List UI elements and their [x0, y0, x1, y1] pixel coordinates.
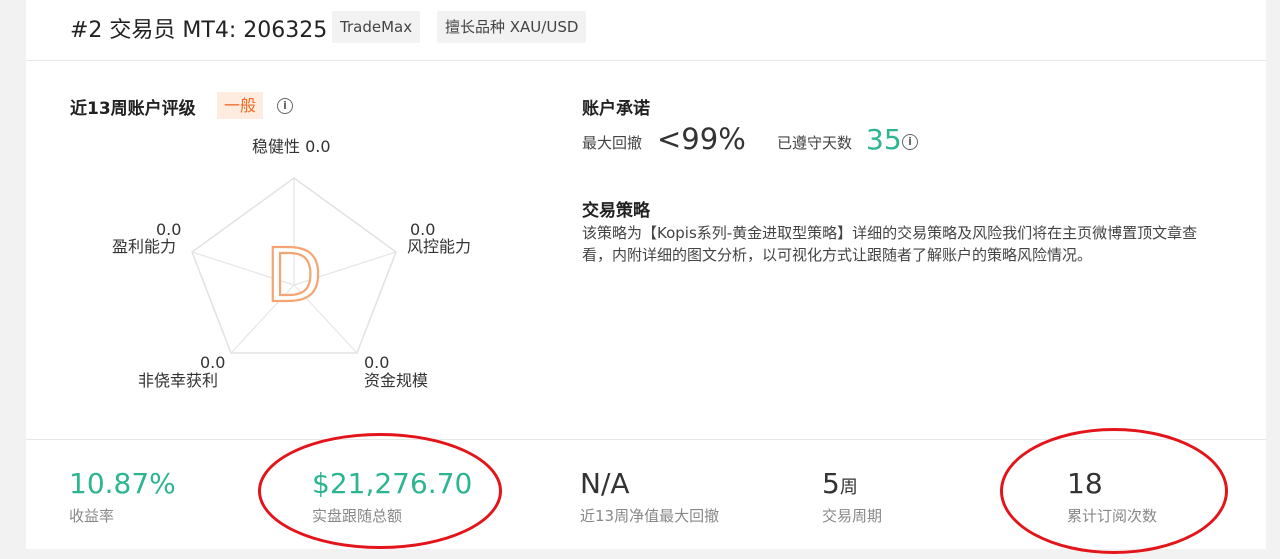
- axis-profit-value: 0.0: [156, 220, 182, 239]
- info-icon[interactable]: i: [902, 134, 918, 150]
- radar-chart: D: [191, 177, 397, 354]
- days-kept-label: 已遵守天数: [777, 134, 853, 152]
- axis-risk-label: 风控能力: [407, 237, 472, 256]
- max-drawdown-label: 最大回撤: [582, 134, 643, 152]
- trade-period-number: 5: [822, 467, 840, 500]
- axis-capital-value: 0.0: [364, 353, 390, 372]
- axis-stability: 稳健性 0.0: [252, 138, 331, 156]
- annotation-circle: [258, 433, 502, 549]
- axis-capital-label: 资金规模: [364, 371, 429, 390]
- axis-profit-label: 盈利能力: [112, 237, 177, 256]
- grade-letter: D: [266, 233, 323, 319]
- return-rate-value: 10.87%: [69, 467, 176, 500]
- axis-nonluck-value: 0.0: [200, 353, 226, 372]
- drawdown-13w-label: 近13周净值最大回撤: [580, 507, 720, 525]
- trade-period-unit: 周: [839, 477, 858, 498]
- trade-period-label: 交易周期: [822, 507, 883, 525]
- axis-risk-value: 0.0: [410, 220, 436, 239]
- strategy-title: 交易策略: [582, 201, 650, 221]
- days-kept-value: 35: [866, 123, 902, 156]
- axis-stability-label: 稳健性: [252, 137, 301, 156]
- axis-stability-value: 0.0: [305, 137, 331, 156]
- annotation-circle: [1000, 428, 1228, 554]
- max-drawdown-value: <99%: [657, 122, 746, 156]
- promise-title: 账户承诺: [582, 99, 650, 119]
- strategy-description: 该策略为【Kopis系列-黄金进取型策略】详细的交易策略及风险我们将在主页微博置…: [582, 224, 1198, 264]
- trade-period-value: 5周: [822, 468, 858, 504]
- return-rate-label: 收益率: [69, 507, 115, 525]
- drawdown-13w-value: N/A: [580, 467, 630, 500]
- axis-nonluck-label: 非侥幸获利: [138, 371, 219, 390]
